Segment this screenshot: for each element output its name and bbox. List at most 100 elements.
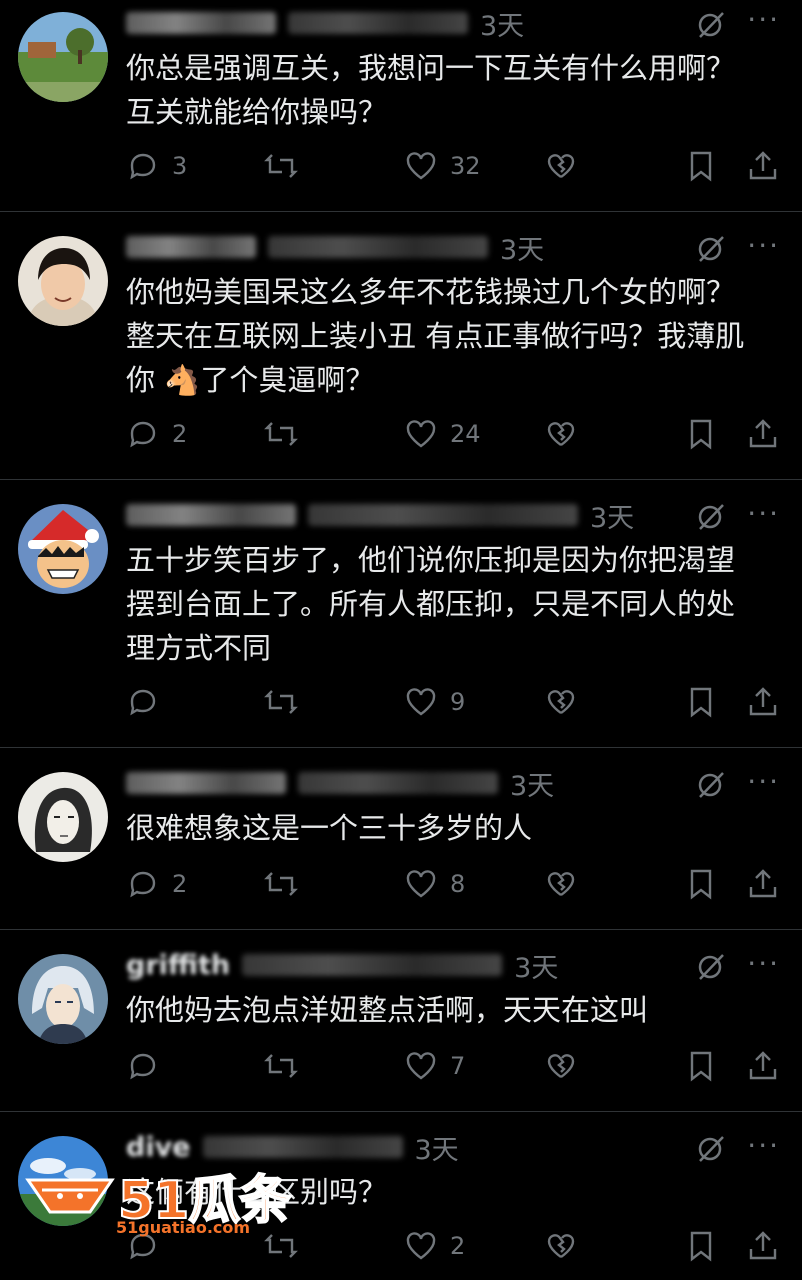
bookmark-button[interactable]	[684, 1226, 718, 1266]
reply-icon	[130, 871, 156, 898]
grok-icon[interactable]	[696, 770, 726, 800]
like-count: 8	[450, 870, 466, 898]
tweet[interactable]: 3天 ··· 很难想象这是一个三十多岁的人 2 8	[0, 748, 802, 930]
timestamp[interactable]: 3天	[514, 946, 558, 985]
avatar[interactable]	[18, 954, 108, 1044]
author-handle[interactable]	[202, 1136, 403, 1158]
like-icon	[406, 1052, 436, 1080]
like-button[interactable]: 2	[404, 1226, 465, 1266]
heart-broken-button[interactable]	[544, 146, 578, 186]
share-icon	[749, 869, 777, 898]
author-name[interactable]: griffith	[126, 950, 230, 981]
action-bar: 2 8	[126, 864, 786, 904]
reply-button[interactable]: 3	[126, 146, 187, 186]
timestamp[interactable]: 3天	[415, 1128, 459, 1167]
tweet-text-line: 你 🐴了个臭逼啊？	[126, 363, 375, 397]
timestamp[interactable]: 3天	[590, 496, 634, 535]
timestamp[interactable]: 3天	[480, 4, 524, 43]
share-button[interactable]	[746, 146, 780, 186]
share-button[interactable]	[746, 1046, 780, 1086]
author-name[interactable]	[126, 12, 276, 34]
author-name[interactable]: dive	[126, 1132, 191, 1163]
author-handle[interactable]	[242, 954, 503, 976]
reply-button[interactable]: 2	[126, 864, 187, 904]
avatar[interactable]	[18, 504, 108, 594]
timestamp[interactable]: 3天	[500, 228, 544, 267]
share-button[interactable]	[746, 682, 780, 722]
author-handle[interactable]	[268, 236, 488, 258]
heart-broken-button[interactable]	[544, 414, 578, 454]
more-icon[interactable]: ···	[747, 232, 780, 260]
bookmark-button[interactable]	[684, 146, 718, 186]
avatar[interactable]	[18, 1136, 108, 1226]
like-button[interactable]: 9	[404, 682, 465, 722]
avatar[interactable]	[18, 772, 108, 862]
tweet-text-line: 你他妈美国呆这么多年不花钱操过几个女的啊？	[126, 275, 736, 309]
author-handle[interactable]	[308, 504, 578, 526]
bookmark-icon	[690, 869, 712, 900]
tweet-text-line: 这俩有什么区别吗？	[126, 1175, 388, 1209]
dislike-icon	[547, 1054, 575, 1078]
author-name[interactable]	[126, 772, 286, 794]
bookmark-button[interactable]	[684, 414, 718, 454]
share-icon	[749, 151, 777, 180]
heart-broken-button[interactable]	[544, 682, 578, 722]
tweet-text: 你总是强调互关，我想问一下互关有什么用啊？ 互关就能给你操吗？	[126, 46, 786, 134]
avatar[interactable]	[18, 236, 108, 326]
heart-broken-button[interactable]	[544, 1226, 578, 1266]
tweet-text: 你他妈去泡点洋妞整点活啊，天天在这叫	[126, 988, 786, 1032]
bookmark-button[interactable]	[684, 1046, 718, 1086]
like-button[interactable]: 7	[404, 1046, 465, 1086]
tweet[interactable]: griffith 3天 ··· 你他妈去泡点洋妞整点活啊，天天在这叫 7	[0, 930, 802, 1112]
avatar-image	[18, 772, 108, 862]
author-handle[interactable]	[288, 12, 468, 34]
share-button[interactable]	[746, 864, 780, 904]
reply-button[interactable]	[126, 1226, 172, 1266]
author-handle[interactable]	[298, 772, 498, 794]
tweet[interactable]: 3天 ··· 你他妈美国呆这么多年不花钱操过几个女的啊？ 整天在互联网上装小丑 …	[0, 212, 802, 480]
avatar[interactable]	[18, 12, 108, 102]
tweet[interactable]: 3天 ··· 你总是强调互关，我想问一下互关有什么用啊？ 互关就能给你操吗？ 3…	[0, 0, 802, 212]
like-button[interactable]: 8	[404, 864, 465, 904]
author-name[interactable]	[126, 236, 256, 258]
bookmark-icon	[690, 419, 712, 450]
grok-icon[interactable]	[696, 502, 726, 532]
dislike-icon	[547, 690, 575, 714]
reply-button[interactable]: 2	[126, 414, 187, 454]
retweet-button[interactable]	[264, 864, 298, 904]
more-icon[interactable]: ···	[747, 1132, 780, 1160]
more-icon[interactable]: ···	[747, 500, 780, 528]
action-bar: 9	[126, 682, 786, 722]
retweet-button[interactable]	[264, 414, 298, 454]
grok-icon[interactable]	[696, 234, 726, 264]
tweet[interactable]: dive 3天 ··· 这俩有什么区别吗？ 2	[0, 1112, 802, 1280]
reply-count: 2	[172, 420, 188, 448]
heart-broken-button[interactable]	[544, 864, 578, 904]
reply-button[interactable]	[126, 1046, 172, 1086]
bookmark-button[interactable]	[684, 864, 718, 904]
tweet[interactable]: 3天 ··· 五十步笑百步了，他们说你压抑是因为你把渴望 摆到台面上了。所有人都…	[0, 480, 802, 748]
grok-icon[interactable]	[696, 10, 726, 40]
more-icon[interactable]: ···	[747, 6, 780, 34]
retweet-icon	[264, 872, 298, 896]
bookmark-icon	[690, 151, 712, 182]
author-name[interactable]	[126, 504, 296, 526]
timestamp[interactable]: 3天	[510, 764, 554, 803]
reply-button[interactable]	[126, 682, 172, 722]
like-button[interactable]: 24	[404, 414, 481, 454]
share-button[interactable]	[746, 1226, 780, 1266]
bookmark-button[interactable]	[684, 682, 718, 722]
retweet-button[interactable]	[264, 146, 298, 186]
grok-icon[interactable]	[696, 952, 726, 982]
share-button[interactable]	[746, 414, 780, 454]
retweet-button[interactable]	[264, 682, 298, 722]
more-icon[interactable]: ···	[747, 950, 780, 978]
retweet-button[interactable]	[264, 1226, 298, 1266]
grok-icon[interactable]	[696, 1134, 726, 1164]
heart-broken-button[interactable]	[544, 1046, 578, 1086]
more-icon[interactable]: ···	[747, 768, 780, 796]
tweet-header: 3天	[126, 764, 686, 803]
reply-icon	[130, 421, 156, 448]
like-button[interactable]: 32	[404, 146, 481, 186]
retweet-button[interactable]	[264, 1046, 298, 1086]
